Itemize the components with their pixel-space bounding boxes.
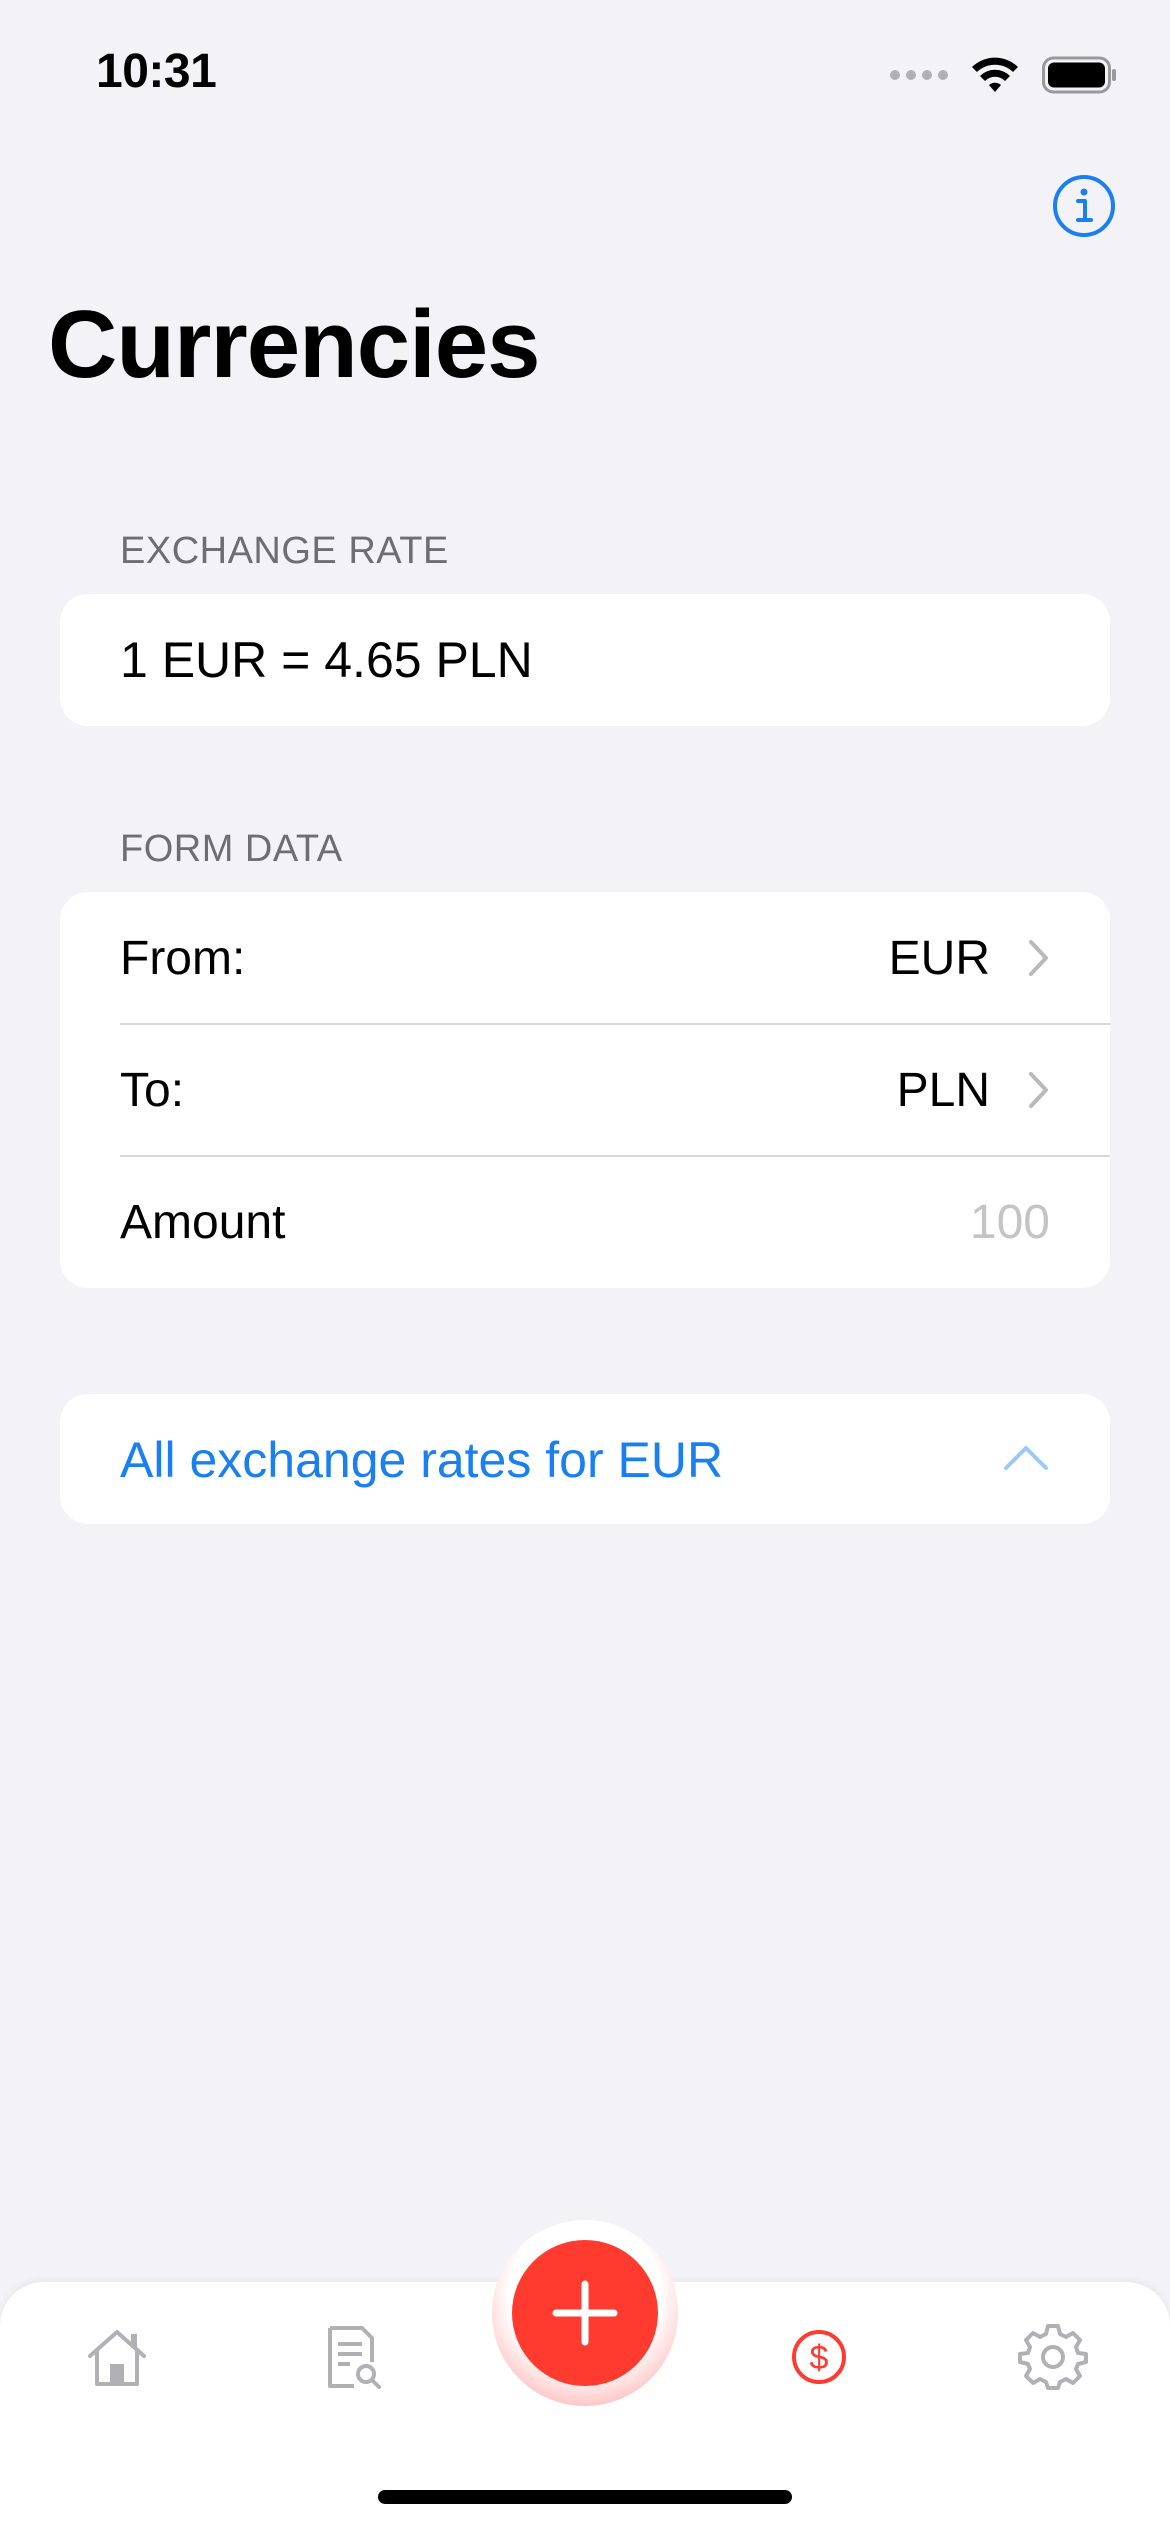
chevron-right-icon: [1029, 940, 1048, 976]
svg-text:$: $: [810, 2339, 829, 2377]
all-exchange-rates-button[interactable]: All exchange rates for EUR: [60, 1394, 1110, 1524]
from-label: From:: [120, 931, 246, 985]
add-button[interactable]: [512, 2240, 658, 2386]
status-icons: [890, 50, 1118, 100]
house-icon: [88, 2330, 146, 2386]
home-indicator: [378, 2490, 792, 2504]
exchange-rate-value: 1 EUR = 4.65 PLN: [120, 632, 533, 688]
amount-input[interactable]: 100: [970, 1195, 1050, 1250]
form-data-card: From: EUR To: PLN Amount 100: [60, 892, 1110, 1288]
dollar-circle-icon: $: [792, 2330, 846, 2384]
form-data-section-header: FORM DATA: [120, 828, 343, 870]
from-value: EUR: [888, 931, 990, 985]
wifi-icon: [972, 57, 1018, 92]
status-time: 10:31: [96, 45, 217, 98]
exchange-rate-card: 1 EUR = 4.65 PLN: [60, 594, 1110, 726]
gear-icon: [1018, 2324, 1088, 2390]
tab-documents[interactable]: [316, 2322, 386, 2392]
from-currency-row[interactable]: From: EUR: [60, 892, 1110, 1024]
plus-icon: [552, 2280, 618, 2346]
chevron-up-icon: [1004, 1446, 1048, 1470]
battery-icon: [1042, 56, 1116, 94]
amount-label: Amount: [120, 1195, 286, 1249]
tab-currencies[interactable]: $: [784, 2322, 854, 2392]
info-icon: [1053, 175, 1115, 237]
to-value: PLN: [896, 1063, 990, 1117]
cellular-signal-icon: [890, 70, 948, 80]
tab-settings[interactable]: [1018, 2322, 1088, 2392]
to-currency-row[interactable]: To: PLN: [60, 1024, 1110, 1156]
page-title: Currencies: [48, 291, 541, 398]
tab-home[interactable]: [82, 2322, 152, 2392]
exchange-rate-section-header: EXCHANGE RATE: [120, 530, 449, 572]
all-exchange-rates-label: All exchange rates for EUR: [120, 1432, 724, 1488]
to-label: To:: [120, 1063, 185, 1117]
amount-row: Amount 100: [60, 1156, 1110, 1288]
chevron-right-icon: [1029, 1072, 1048, 1108]
info-button[interactable]: [1052, 174, 1116, 238]
document-search-icon: [328, 2326, 381, 2389]
